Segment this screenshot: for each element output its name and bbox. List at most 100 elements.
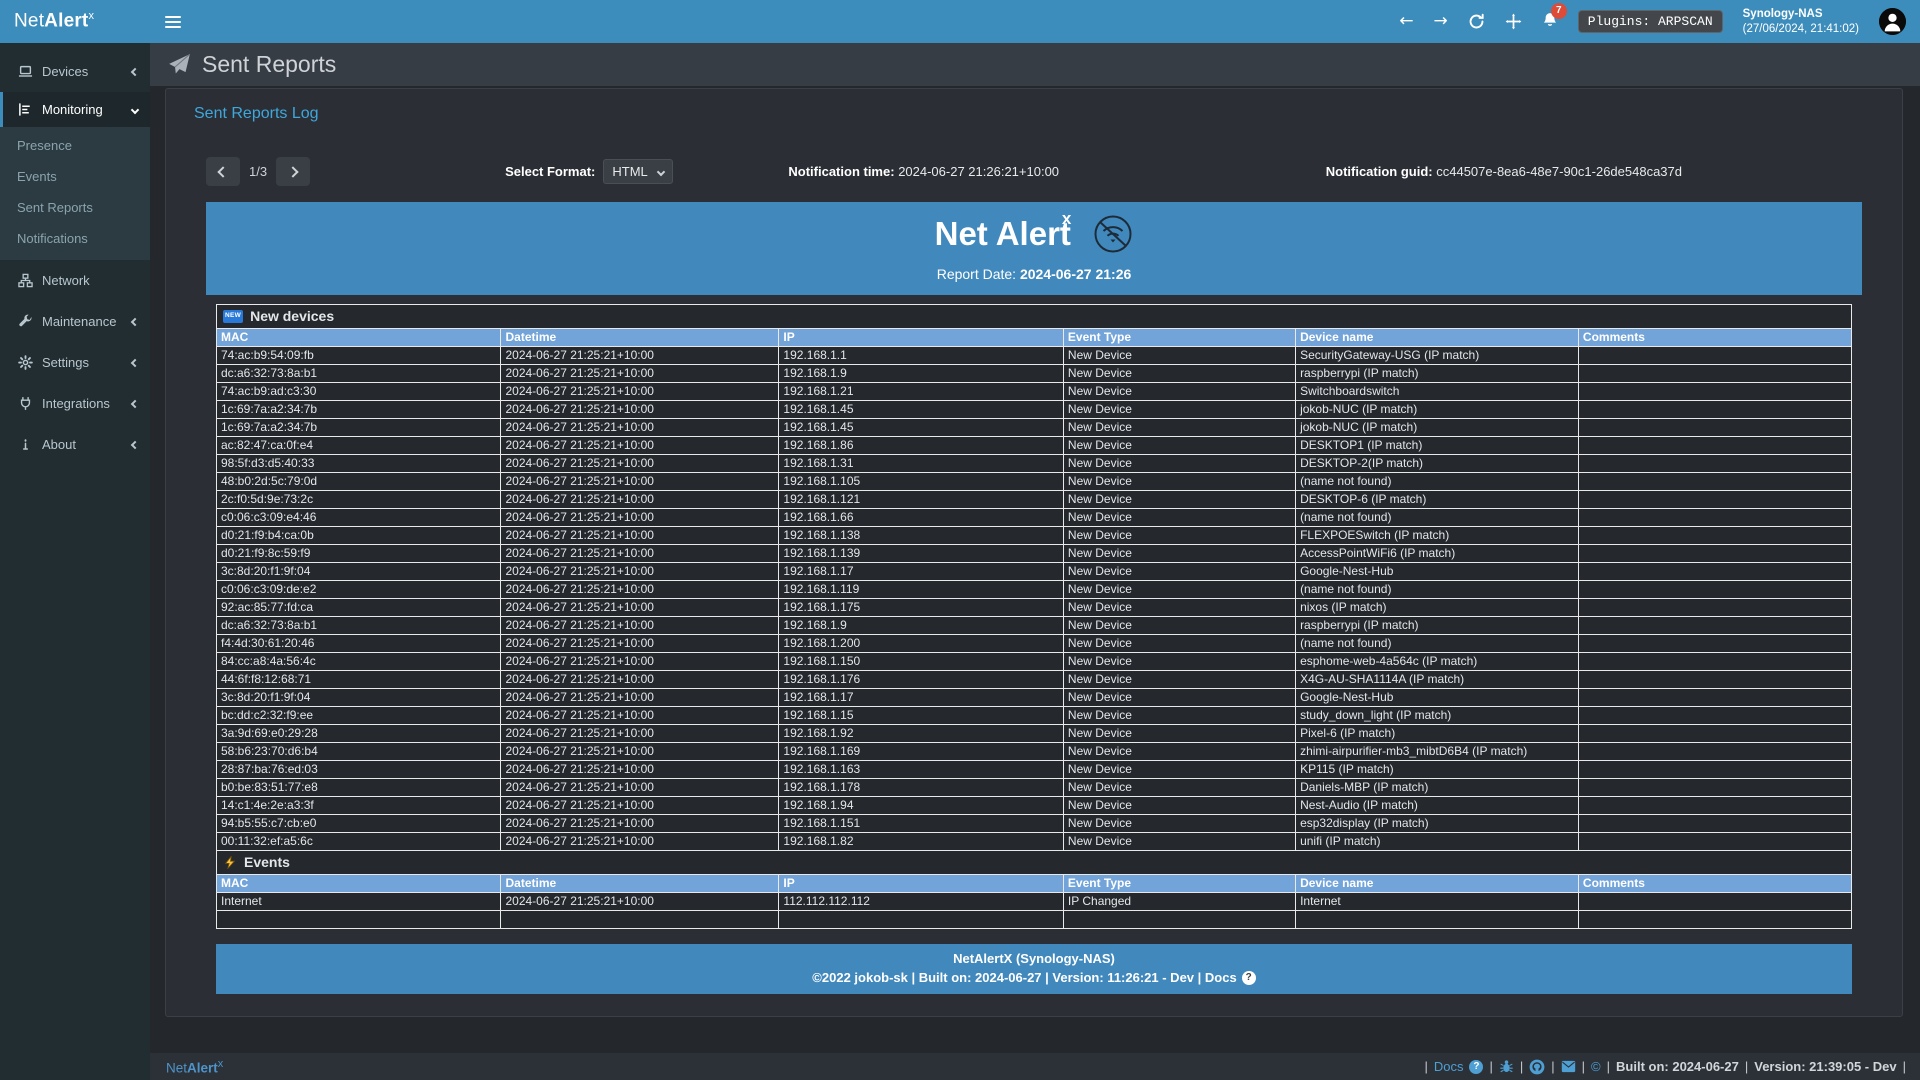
next-page-button[interactable] [276,157,310,186]
mac-link-cell[interactable]: f4:4d:30:61:20:46 [217,635,501,653]
table-cell: 2024-06-27 21:25:21+10:00 [501,401,779,419]
mac-link-cell[interactable]: 14:c1:4e:2e:a3:3f [217,797,501,815]
table-cell [1578,689,1851,707]
page-title: Sent Reports [202,51,336,78]
user-avatar[interactable] [1879,8,1906,35]
table-cell: Internet [1296,893,1579,911]
mac-link-cell[interactable]: bc:dd:c2:32:f9:ee [217,707,501,725]
submenu-item[interactable]: Notifications [0,223,150,254]
back-arrow-icon[interactable]: ← [1399,13,1413,30]
mac-link-cell[interactable]: c0:06:c3:09:de:e2 [217,581,501,599]
mac-link-cell[interactable]: 74:ac:b9:54:09:fb [217,347,501,365]
table-cell: New Device [1063,725,1295,743]
table-row: d0:21:f9:b4:ca:0b2024-06-27 21:25:21+10:… [217,527,1852,545]
table-cell [1578,779,1851,797]
mac-link-cell[interactable]: 48:b0:2d:5c:79:0d [217,473,501,491]
sidebar-item-settings[interactable]: Settings [0,342,150,383]
mac-link-cell[interactable]: dc:a6:32:73:8a:b1 [217,617,501,635]
mac-link-cell[interactable]: 3a:9d:69:e0:29:28 [217,725,501,743]
table-cell: New Device [1063,761,1295,779]
mac-link-cell[interactable]: c0:06:c3:09:e4:46 [217,509,501,527]
sidebar-item-maintenance[interactable]: Maintenance [0,301,150,342]
plugins-status-badge[interactable]: Plugins: ARPSCAN [1578,10,1723,33]
mac-link-cell[interactable]: 00:11:32:ef:a5:6c [217,833,501,851]
mac-link-cell[interactable]: 3c:8d:20:f1:9f:04 [217,689,501,707]
mac-link-cell[interactable]: 94:b5:55:c7:cb:e0 [217,815,501,833]
forward-arrow-icon[interactable]: → [1434,13,1448,30]
mac-link-cell[interactable]: 92:ac:85:77:fd:ca [217,599,501,617]
table-cell: New Device [1063,437,1295,455]
submenu-item[interactable]: Events [0,161,150,192]
footer-logo[interactable]: NetAlertx [150,1058,223,1076]
mac-link-cell[interactable]: 74:ac:b9:ad:c3:30 [217,383,501,401]
table-row: 84:cc:a8:4a:56:4c2024-06-27 21:25:21+10:… [217,653,1852,671]
table-cell: 2024-06-27 21:25:21+10:00 [501,473,779,491]
prev-page-button[interactable] [206,157,240,186]
sidebar-toggle-button[interactable] [150,0,196,43]
table-cell: New Device [1063,635,1295,653]
page-header: Sent Reports [150,43,1920,86]
table-row: 58:b6:23:70:d6:b42024-06-27 21:25:21+10:… [217,743,1852,761]
table-cell: New Device [1063,527,1295,545]
table-cell [1578,401,1851,419]
table-cell [1296,911,1579,929]
mac-link-cell[interactable]: 3c:8d:20:f1:9f:04 [217,563,501,581]
move-icon[interactable] [1505,13,1522,30]
table-cell [1578,761,1851,779]
bug-report-icon[interactable] [1499,1059,1514,1074]
table-cell: 192.168.1.169 [779,743,1063,761]
copyright-link[interactable]: © [1591,1059,1601,1074]
mac-link-cell[interactable]: b0:be:83:51:77:e8 [217,779,501,797]
table-cell: 2024-06-27 21:25:21+10:00 [501,653,779,671]
question-circle-icon[interactable]: ? [1242,971,1256,985]
table-cell: 2024-06-27 21:25:21+10:00 [501,617,779,635]
sidebar-item-network[interactable]: Network [0,260,150,301]
column-header: Event Type [1063,875,1295,893]
sidebar-item-about[interactable]: About [0,424,150,465]
submenu-item[interactable]: Sent Reports [0,192,150,223]
mac-link-cell[interactable]: 44:6f:f8:12:68:71 [217,671,501,689]
mac-link-cell[interactable]: 84:cc:a8:4a:56:4c [217,653,501,671]
table-cell: 2024-06-27 21:25:21+10:00 [501,833,779,851]
table-row: 3a:9d:69:e0:29:282024-06-27 21:25:21+10:… [217,725,1852,743]
table-cell: 2024-06-27 21:25:21+10:00 [501,347,779,365]
mac-link-cell[interactable]: 2c:f0:5d:9e:73:2c [217,491,501,509]
sent-reports-panel: Sent Reports Log 1/3 Select Format: HTML [165,88,1903,1017]
question-circle-icon[interactable]: ? [1469,1060,1483,1074]
mac-link-cell[interactable]: d0:21:f9:b4:ca:0b [217,527,501,545]
table-cell: 192.168.1.176 [779,671,1063,689]
mac-link-cell[interactable]: dc:a6:32:73:8a:b1 [217,365,501,383]
sidebar-item-monitoring[interactable]: Monitoring [0,92,150,127]
docs-link[interactable]: Docs [1434,1059,1464,1074]
table-cell: New Device [1063,797,1295,815]
refresh-icon[interactable] [1468,13,1485,30]
table-row: b0:be:83:51:77:e82024-06-27 21:25:21+10:… [217,779,1852,797]
sidebar-item-devices[interactable]: Devices [0,51,150,92]
email-icon[interactable] [1561,1060,1576,1073]
mac-link-cell[interactable]: 58:b6:23:70:d6:b4 [217,743,501,761]
mac-link-cell[interactable]: 1c:69:7a:a2:34:7b [217,401,501,419]
notifications-bell-button[interactable]: 7 [1542,11,1558,33]
table-cell [1578,725,1851,743]
table-cell: 192.168.1.163 [779,761,1063,779]
table-cell: KP115 (IP match) [1296,761,1579,779]
table-cell: 2024-06-27 21:25:21+10:00 [501,671,779,689]
app-logo[interactable]: NetAlertx [0,10,150,32]
status-bar: NetAlertx | Docs ? | | | | © | [0,1053,1920,1080]
mac-link-cell[interactable]: 28:87:ba:76:ed:03 [217,761,501,779]
table-cell: zhimi-airpurifier-mb3_mibtD6B4 (IP match… [1296,743,1579,761]
mac-link-cell[interactable]: ac:82:47:ca:0f:e4 [217,437,501,455]
mac-link-cell[interactable]: d0:21:f9:8c:59:f9 [217,545,501,563]
sidebar-item-integrations[interactable]: Integrations [0,383,150,424]
mac-link-cell[interactable]: 98:5f:d3:d5:40:33 [217,455,501,473]
sitemap-icon [18,273,33,288]
table-cell: New Device [1063,347,1295,365]
submenu-item[interactable]: Presence [0,130,150,161]
table-cell: New Device [1063,617,1295,635]
mac-link-cell[interactable]: 1c:69:7a:a2:34:7b [217,419,501,437]
github-icon[interactable] [1529,1059,1545,1075]
chevron-left-icon [131,399,139,407]
table-cell: esphome-web-4a564c (IP match) [1296,653,1579,671]
format-select[interactable]: HTML [603,159,673,184]
table-cell: esp32display (IP match) [1296,815,1579,833]
